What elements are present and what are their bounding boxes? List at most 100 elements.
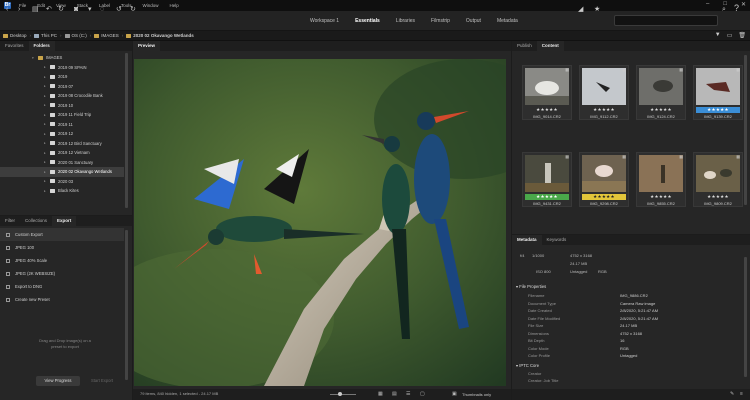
folder-item[interactable]: ▸ 2019 [0, 72, 124, 82]
filmstrip-tab[interactable]: Filmstrip [423, 11, 458, 31]
delete-icon[interactable]: 🗑 [738, 32, 746, 39]
minimize-icon[interactable]: – [706, 1, 709, 8]
thumbnail-card[interactable]: ▦ ★★★★★ IMG_9112.CR2 [579, 65, 629, 120]
close-icon[interactable]: ✕ [741, 1, 746, 8]
thumbnail-card[interactable]: ▦ ★★★★★ IMG_9855.CR2 [636, 152, 686, 207]
rotate-right-icon[interactable]: ↻ [130, 6, 136, 14]
refine-icon[interactable]: ▾ [88, 6, 92, 14]
new-folder-icon[interactable]: ▭ [727, 32, 733, 39]
rotate-left-icon[interactable]: ↺ [116, 6, 122, 14]
create-preset[interactable]: Create new Preset [0, 293, 124, 306]
tab-keywords[interactable]: Keywords [542, 235, 572, 245]
content-scrollbar[interactable] [744, 55, 747, 205]
preset-jpeg-40[interactable]: JPEG 40% Scale [0, 254, 124, 267]
menu-window[interactable]: Window [143, 3, 159, 8]
menu-stack[interactable]: Stack [77, 3, 88, 8]
view-grid-icon[interactable]: ▦ [378, 391, 383, 397]
metadata-edit-icon[interactable]: ✎ [730, 391, 734, 397]
essentials-tab[interactable]: Essentials [347, 11, 388, 31]
folder-item[interactable]: ▾ IMAGES [0, 53, 124, 63]
star-rating[interactable]: ★★★★★ [580, 107, 628, 113]
tab-preview[interactable]: Preview [133, 41, 161, 51]
help-icon[interactable]: ? [734, 4, 739, 13]
star-rating[interactable]: ★★★★★ [637, 194, 685, 200]
start-export-button[interactable]: Start Export [86, 376, 118, 386]
open-in-camera-raw-icon[interactable]: ◌ [100, 6, 104, 14]
filter-icon[interactable]: ▼ [715, 32, 721, 39]
breadcrumb-this-pc[interactable]: This PC › [34, 33, 62, 38]
folder-item[interactable]: ▸ 2020 02 Okavango Wetlands [0, 167, 124, 177]
star-rating[interactable]: ★★★★★ [696, 107, 740, 113]
tab-collections[interactable]: Collections [20, 216, 52, 226]
thumbnail-size-slider[interactable] [330, 394, 356, 395]
folder-item[interactable]: ▸ 2020 01 Sanctuary [0, 158, 124, 168]
breadcrumb-drive[interactable]: OS (C:) › [64, 33, 91, 38]
search-input[interactable] [614, 15, 718, 26]
folder-item[interactable]: ▸ 2019 11 Field Trip [0, 110, 124, 120]
preset-custom-export[interactable]: Custom Export [0, 228, 124, 241]
star-rating[interactable]: ★★★★★ [694, 194, 742, 200]
thumbnail-size-knob[interactable] [338, 392, 342, 396]
preset-jpeg-2k[interactable]: JPEG (2K WEBSIZE) [0, 267, 124, 280]
star-rating[interactable]: ★★★★★ [525, 194, 569, 200]
tab-metadata[interactable]: Metadata [512, 235, 542, 245]
folder-item[interactable]: ▸ 2019 11 [0, 120, 124, 130]
thumbnail-card[interactable]: ▦ ★★★★★ IMG_9298.CR2 [579, 152, 629, 207]
star-rating[interactable]: ★★★★★ [523, 107, 571, 113]
thumbnail-card[interactable]: ▦ ★★★★★ IMG_9124.CR2 [636, 65, 686, 120]
thumbnail-card[interactable]: ▦ ★★★★★ IMG_9139.CR2 [693, 65, 743, 120]
workspace-1-tab[interactable]: Workspace 1 [302, 11, 347, 31]
thumbnails-only-icon[interactable]: ▣ [452, 391, 457, 397]
tab-content[interactable]: Content [536, 41, 564, 51]
folder-item[interactable]: ▸ 2020 03 [0, 177, 124, 187]
quality-icon[interactable]: ◢ [578, 6, 583, 14]
folder-scrollbar[interactable] [125, 53, 128, 208]
folder-item[interactable]: ▸ 2019 10 [0, 101, 124, 111]
thumbnail-card[interactable]: ▦ ★★★★★ IMG_9014.CR2 [522, 65, 572, 120]
preset-dng[interactable]: Export to DNG [0, 280, 124, 293]
tab-filter[interactable]: Filter [0, 216, 20, 226]
tab-folders[interactable]: Folders [28, 41, 55, 51]
metadata-scrollbar[interactable] [744, 257, 747, 377]
thumbnail-filename: IMG_9809.CR2 [704, 201, 732, 206]
camera-icon[interactable]: ◙ [74, 6, 78, 14]
libraries-tab[interactable]: Libraries [388, 11, 423, 31]
breadcrumb-current[interactable]: 2020 02 Okavango Wetlands [126, 33, 194, 38]
search-icon[interactable]: ⌕ [722, 6, 726, 14]
forward-icon[interactable]: › [18, 6, 20, 14]
folder-item[interactable]: ▸ 2019 07 [0, 82, 124, 92]
thumbnail-card[interactable]: ▦ ★★★★★ IMG_9431.CR2 [522, 152, 572, 207]
rotate-icon[interactable]: ↻ [58, 6, 64, 14]
iptc-core-header[interactable]: ▾ IPTC Core [516, 363, 539, 368]
thumbnail-card[interactable]: ▦ ★★★★★ IMG_9809.CR2 [693, 152, 743, 207]
view-progress-button[interactable]: View Progress [36, 376, 80, 386]
folder-item[interactable]: ▸ 2019 12 Bird Sanctuary [0, 139, 124, 149]
folder-item[interactable]: ▸ Black Kites [0, 186, 124, 196]
view-list-icon[interactable]: ☰ [406, 391, 410, 397]
metadata-options-icon[interactable]: ≡ [740, 391, 743, 397]
output-tab[interactable]: Output [458, 11, 489, 31]
preview-image[interactable] [134, 59, 506, 386]
preset-jpeg-100[interactable]: JPEG 100 [0, 241, 124, 254]
rating-filter-icon[interactable]: ★ [594, 6, 600, 14]
star-rating[interactable]: ★★★★★ [582, 194, 626, 200]
thumbnail-toggle-icon[interactable]: ▢ [420, 391, 425, 397]
breadcrumb-images[interactable]: IMAGES › [94, 33, 123, 38]
recent-folder-icon[interactable]: ▤ [32, 6, 39, 14]
tab-favorites[interactable]: Favorites [0, 41, 29, 51]
breadcrumb-desktop[interactable]: Desktop › [3, 33, 31, 38]
boomerang-icon[interactable]: ↶ [46, 6, 52, 14]
view-details-icon[interactable]: ▤ [392, 391, 397, 397]
tab-export[interactable]: Export [52, 216, 77, 226]
metadata-tab[interactable]: Metadata [489, 11, 526, 31]
folder-item[interactable]: ▸ 2019 12 [0, 129, 124, 139]
folder-item[interactable]: ▸ 2019 12 Vietnam [0, 148, 124, 158]
tab-publish[interactable]: Publish [512, 41, 537, 51]
export-scrollbar[interactable] [125, 230, 128, 380]
menu-help[interactable]: Help [170, 3, 179, 8]
folder-item[interactable]: ▸ 2019 08 Crocodile Bank [0, 91, 124, 101]
star-rating[interactable]: ★★★★★ [637, 107, 685, 113]
file-properties-header[interactable]: ▾ File Properties [516, 284, 546, 289]
folder-item[interactable]: ▸ 2019 09 SPAIN [0, 63, 124, 73]
back-icon[interactable]: ‹ [6, 6, 8, 14]
